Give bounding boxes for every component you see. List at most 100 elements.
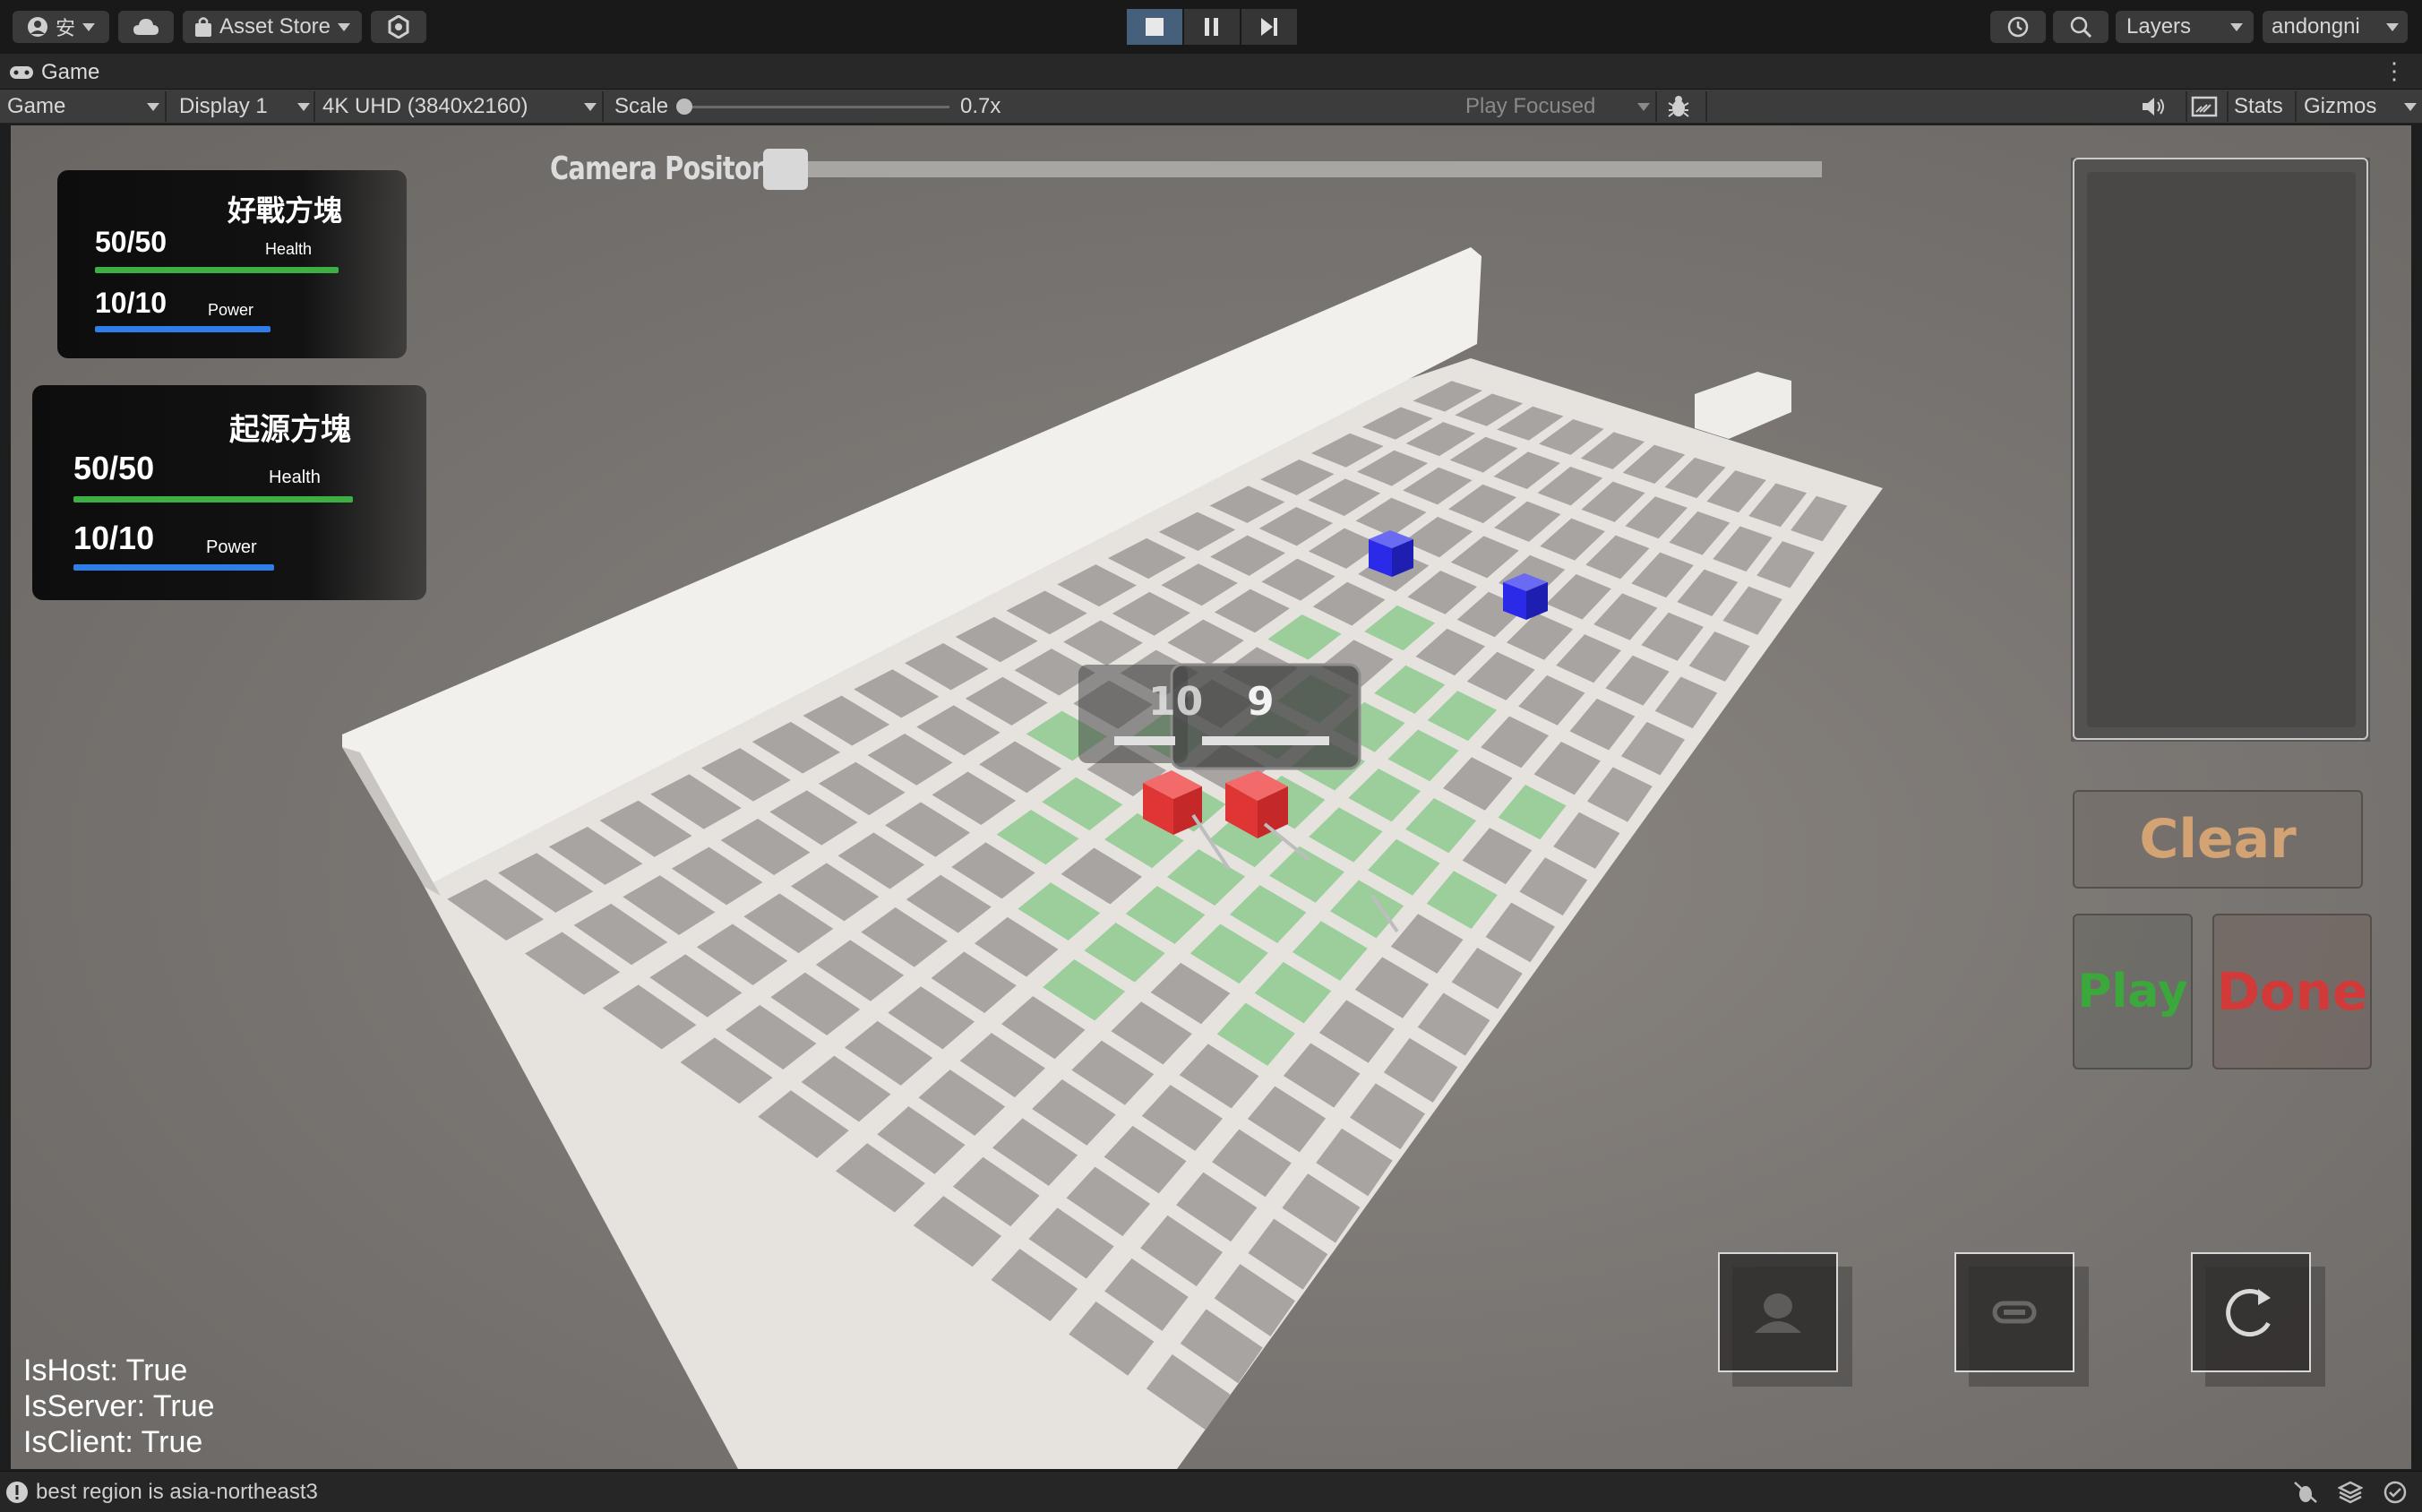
divider <box>2186 91 2187 122</box>
health-label: Health <box>265 240 313 258</box>
player-name: 好戰方塊 <box>228 194 343 227</box>
gear-icon <box>388 15 409 39</box>
pause-icon <box>1205 18 1218 36</box>
gizmos-dropdown[interactable]: Gizmos <box>2304 90 2417 124</box>
stats-button[interactable]: Stats <box>2234 90 2283 124</box>
gamepad-icon <box>10 66 33 79</box>
done-button[interactable]: Done <box>2212 914 2372 1070</box>
resolution-dropdown[interactable]: 4K UHD (3840x2160) <box>322 90 597 124</box>
scale-label: Scale <box>614 94 669 118</box>
divider <box>165 91 167 122</box>
link-button[interactable] <box>1954 1252 2074 1372</box>
debug-mode-icon[interactable] <box>2293 1481 2318 1504</box>
status-bar: best region is asia-northeast3 <box>0 1471 2422 1512</box>
undo-history-button[interactable] <box>1990 11 2046 43</box>
cloud-button[interactable] <box>118 11 174 43</box>
health-value: 50/50 <box>73 450 155 486</box>
profile-button[interactable] <box>1718 1252 1838 1372</box>
power-label: Power <box>208 301 254 319</box>
play-button[interactable]: Play <box>2073 914 2193 1070</box>
pause-button[interactable] <box>1184 9 1240 45</box>
gizmos-label: Gizmos <box>2304 94 2377 118</box>
is-client-text: IsClient: True <box>23 1425 203 1459</box>
layers-dropdown[interactable]: Layers <box>2116 11 2254 43</box>
blue-unit <box>1503 573 1548 620</box>
view-mode-dropdown[interactable]: Game <box>7 90 159 124</box>
checkmark-icon[interactable] <box>2383 1481 2408 1504</box>
more-options-icon[interactable]: ⋮ <box>2383 57 2406 85</box>
power-value: 10/10 <box>95 287 167 319</box>
game-viewport[interactable]: 10 9 Camera Positon 好戰方塊 50/50 Health 10… <box>11 125 2411 1469</box>
chevron-down-icon <box>338 22 351 31</box>
tab-game[interactable]: Game <box>9 57 99 88</box>
bug-icon <box>1668 96 1689 117</box>
board-block <box>1695 372 1791 439</box>
search-icon <box>2070 16 2092 39</box>
health-value: 50/50 <box>95 226 167 258</box>
mute-audio-button[interactable] <box>2141 90 2166 124</box>
divider <box>313 91 315 122</box>
counter-bar <box>1202 736 1329 745</box>
window-tab-bar <box>0 54 2422 90</box>
camera-position-label: Camera Positon <box>550 150 769 187</box>
account-name: andongni <box>2272 14 2360 39</box>
layers-label: Layers <box>2126 14 2192 39</box>
profile-icon <box>1755 1293 1801 1333</box>
layers-stack-icon[interactable] <box>2338 1481 2363 1504</box>
preview-panel-inner <box>2087 172 2356 727</box>
power-label: Power <box>206 537 257 557</box>
display-dropdown[interactable]: Display 1 <box>179 90 310 124</box>
power-bar <box>95 326 271 332</box>
search-button[interactable] <box>2053 11 2109 43</box>
player-name: 起源方塊 <box>229 413 351 447</box>
chevron-down-icon <box>2386 22 2399 31</box>
network-status: IsHost: True IsServer: True IsClient: Tr… <box>23 1353 215 1460</box>
chevron-down-icon <box>297 102 310 111</box>
stop-button[interactable] <box>1127 9 1182 45</box>
tab-game-label: Game <box>41 60 100 84</box>
aspect-ratio-button[interactable] <box>2191 90 2218 124</box>
view-mode-label: Game <box>7 94 66 118</box>
divider <box>1655 91 1657 122</box>
scale-value: 0.7x <box>960 94 1001 118</box>
history-icon <box>2007 16 2029 38</box>
play-mode-label: Play Focused <box>1465 94 1596 118</box>
chevron-down-icon <box>2404 102 2417 111</box>
camera-slider-track[interactable] <box>763 149 1822 190</box>
counter-bar <box>1114 736 1175 745</box>
unit-counter-right: 9 <box>1247 679 1275 725</box>
step-button[interactable] <box>1241 9 1297 45</box>
divider <box>2295 91 2297 122</box>
is-server-text: IsServer: True <box>23 1389 215 1423</box>
step-icon <box>1261 18 1277 36</box>
scale-slider-thumb[interactable] <box>676 99 692 115</box>
scale-slider-track[interactable] <box>676 99 949 115</box>
unit-counter-left: 10 <box>1148 679 1204 725</box>
chevron-down-icon <box>1637 102 1650 111</box>
asset-store-button[interactable]: Asset Store <box>183 11 362 43</box>
player-card-2: 起源方塊 50/50 Health 10/10 Power <box>32 385 426 600</box>
player-card-1: 好戰方塊 50/50 Health 10/10 Power <box>57 170 407 358</box>
info-icon <box>6 1481 28 1503</box>
playmode-controls <box>1127 9 1299 45</box>
account-button[interactable]: 安 <box>13 11 109 43</box>
divider <box>2227 91 2229 122</box>
status-message[interactable]: best region is asia-northeast3 <box>36 1480 318 1505</box>
asset-store-label: Asset Store <box>219 14 331 39</box>
package-settings-button[interactable] <box>371 11 426 43</box>
refresh-icon <box>2226 1289 2273 1337</box>
power-bar <box>73 564 274 571</box>
main-toolbar: 安 Asset Store Layers andongni <box>0 0 2422 54</box>
power-value: 10/10 <box>73 520 155 556</box>
refresh-button[interactable] <box>2191 1252 2311 1372</box>
blue-unit <box>1369 530 1413 577</box>
layout-dropdown[interactable]: andongni <box>2263 11 2408 43</box>
unit-counter-panel <box>1078 663 1361 770</box>
camera-slider-thumb[interactable] <box>763 149 808 190</box>
link-icon <box>1992 1301 2037 1324</box>
chevron-down-icon <box>2230 22 2243 31</box>
health-label: Health <box>269 468 321 487</box>
play-mode-dropdown[interactable]: Play Focused <box>1465 90 1650 124</box>
clear-button[interactable]: Clear <box>2073 790 2363 889</box>
frame-debugger-button[interactable] <box>1666 90 1691 124</box>
